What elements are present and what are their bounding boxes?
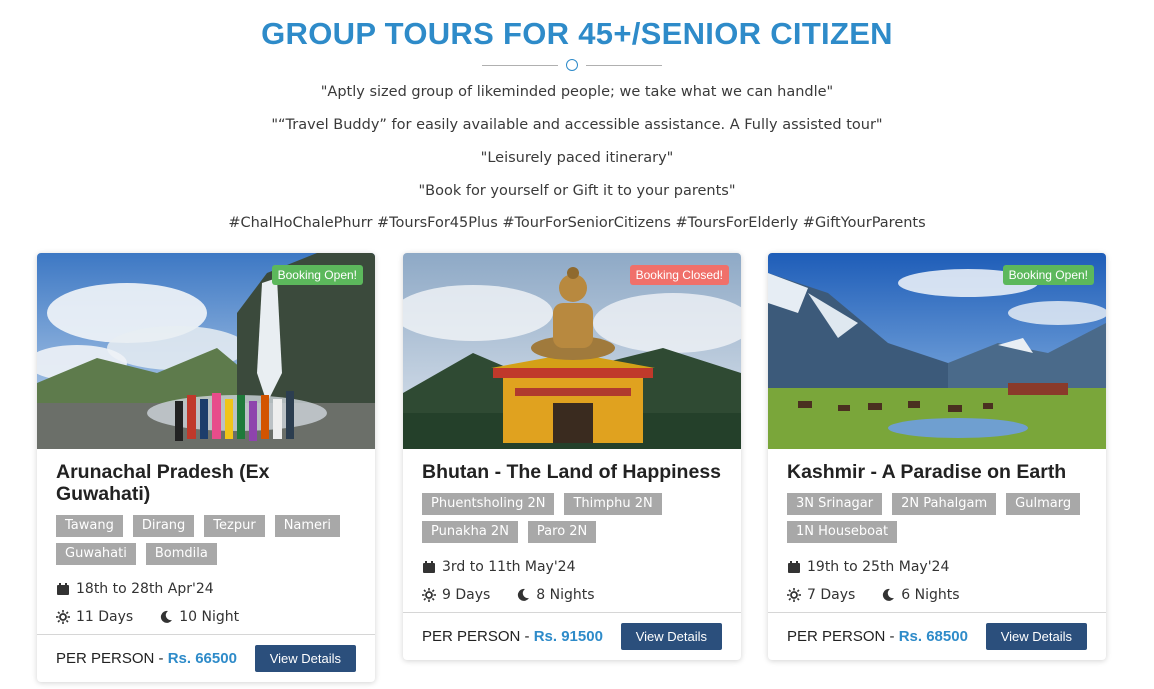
tagline-1: "Aptly sized group of likeminded people;…: [320, 84, 834, 100]
moon-icon: [883, 588, 895, 601]
tour-image-arunachal[interactable]: Booking Open!: [37, 253, 375, 449]
tour-title[interactable]: Kashmir - A Paradise on Earth: [787, 461, 1087, 483]
price-per-person: PER PERSON - Rs. 91500: [422, 628, 603, 645]
destination-tag: 2N Pahalgam: [892, 493, 997, 515]
destination-tag: Nameri: [274, 515, 340, 537]
destination-tag: Punakha 2N: [422, 521, 518, 543]
destination-tag: Tezpur: [204, 515, 265, 537]
destination-tag: 3N Srinagar: [787, 493, 883, 515]
view-details-button[interactable]: View Details: [254, 645, 356, 672]
tour-nights: 6 Nights: [901, 587, 960, 603]
destination-tag: Thimphu 2N: [564, 493, 662, 515]
destination-tag: Bomdila: [145, 543, 217, 565]
destination-tags: Tawang Dirang Tezpur Nameri Guwahati Bom…: [56, 515, 356, 565]
destination-tag: Gulmarg: [1006, 493, 1081, 515]
tour-image-bhutan[interactable]: Booking Closed!: [403, 253, 741, 449]
tour-card-bhutan[interactable]: Booking Closed! Bhutan - The Land of Hap…: [403, 253, 741, 660]
tour-title[interactable]: Bhutan - The Land of Happiness: [422, 461, 722, 483]
moon-icon: [518, 588, 530, 601]
moon-icon: [161, 610, 173, 623]
tour-days: 11 Days: [76, 609, 134, 625]
booking-status-badge: Booking Open!: [1002, 265, 1094, 285]
calendar-icon: [423, 561, 435, 573]
tagline-4: "Book for yourself or Gift it to your pa…: [418, 183, 736, 199]
tour-nights: 10 Night: [179, 609, 240, 625]
destination-tags: Phuentsholing 2N Thimphu 2N Punakha 2N P…: [422, 493, 722, 543]
hashtags: #ChalHoChalePhurr #ToursFor45Plus #TourF…: [228, 215, 926, 231]
view-details-button[interactable]: View Details: [620, 623, 722, 650]
tour-dates: 3rd to 11th May'24: [442, 559, 576, 575]
calendar-icon: [57, 583, 69, 595]
view-details-button[interactable]: View Details: [985, 623, 1087, 650]
sun-icon: [422, 588, 436, 602]
destination-tag: 1N Houseboat: [787, 521, 898, 543]
tour-card-arunachal[interactable]: Booking Open! Arunachal Pradesh (Ex Guwa…: [37, 253, 375, 682]
tour-dates: 18th to 28th Apr'24: [76, 581, 214, 597]
tour-dates: 19th to 25th May'24: [807, 559, 950, 575]
destination-tag: Guwahati: [56, 543, 136, 565]
calendar-icon: [788, 561, 800, 573]
page-title: GROUP TOURS FOR 45+/SENIOR CITIZEN: [261, 16, 893, 51]
sun-icon: [787, 588, 801, 602]
tour-days: 7 Days: [807, 587, 856, 603]
price-per-person: PER PERSON - Rs. 66500: [56, 650, 237, 667]
destination-tags: 3N Srinagar 2N Pahalgam Gulmarg 1N House…: [787, 493, 1087, 543]
tour-nights: 8 Nights: [536, 587, 595, 603]
title-divider: [482, 59, 662, 73]
tour-image-kashmir[interactable]: Booking Open!: [768, 253, 1106, 449]
sun-icon: [56, 610, 70, 624]
tour-title[interactable]: Arunachal Pradesh (Ex Guwahati): [56, 461, 356, 505]
destination-tag: Paro 2N: [527, 521, 597, 543]
tagline-2: "“Travel Buddy” for easily available and…: [271, 117, 883, 133]
price-per-person: PER PERSON - Rs. 68500: [787, 628, 968, 645]
tour-card-kashmir[interactable]: Booking Open! Kashmir - A Paradise on Ea…: [768, 253, 1106, 660]
booking-status-badge: Booking Closed!: [629, 265, 729, 285]
tagline-3: "Leisurely paced itinerary": [480, 150, 674, 166]
destination-tag: Dirang: [132, 515, 195, 537]
destination-tag: Phuentsholing 2N: [422, 493, 555, 515]
destination-tag: Tawang: [56, 515, 123, 537]
circle-icon: [566, 59, 578, 71]
booking-status-badge: Booking Open!: [271, 265, 363, 285]
tour-days: 9 Days: [442, 587, 491, 603]
